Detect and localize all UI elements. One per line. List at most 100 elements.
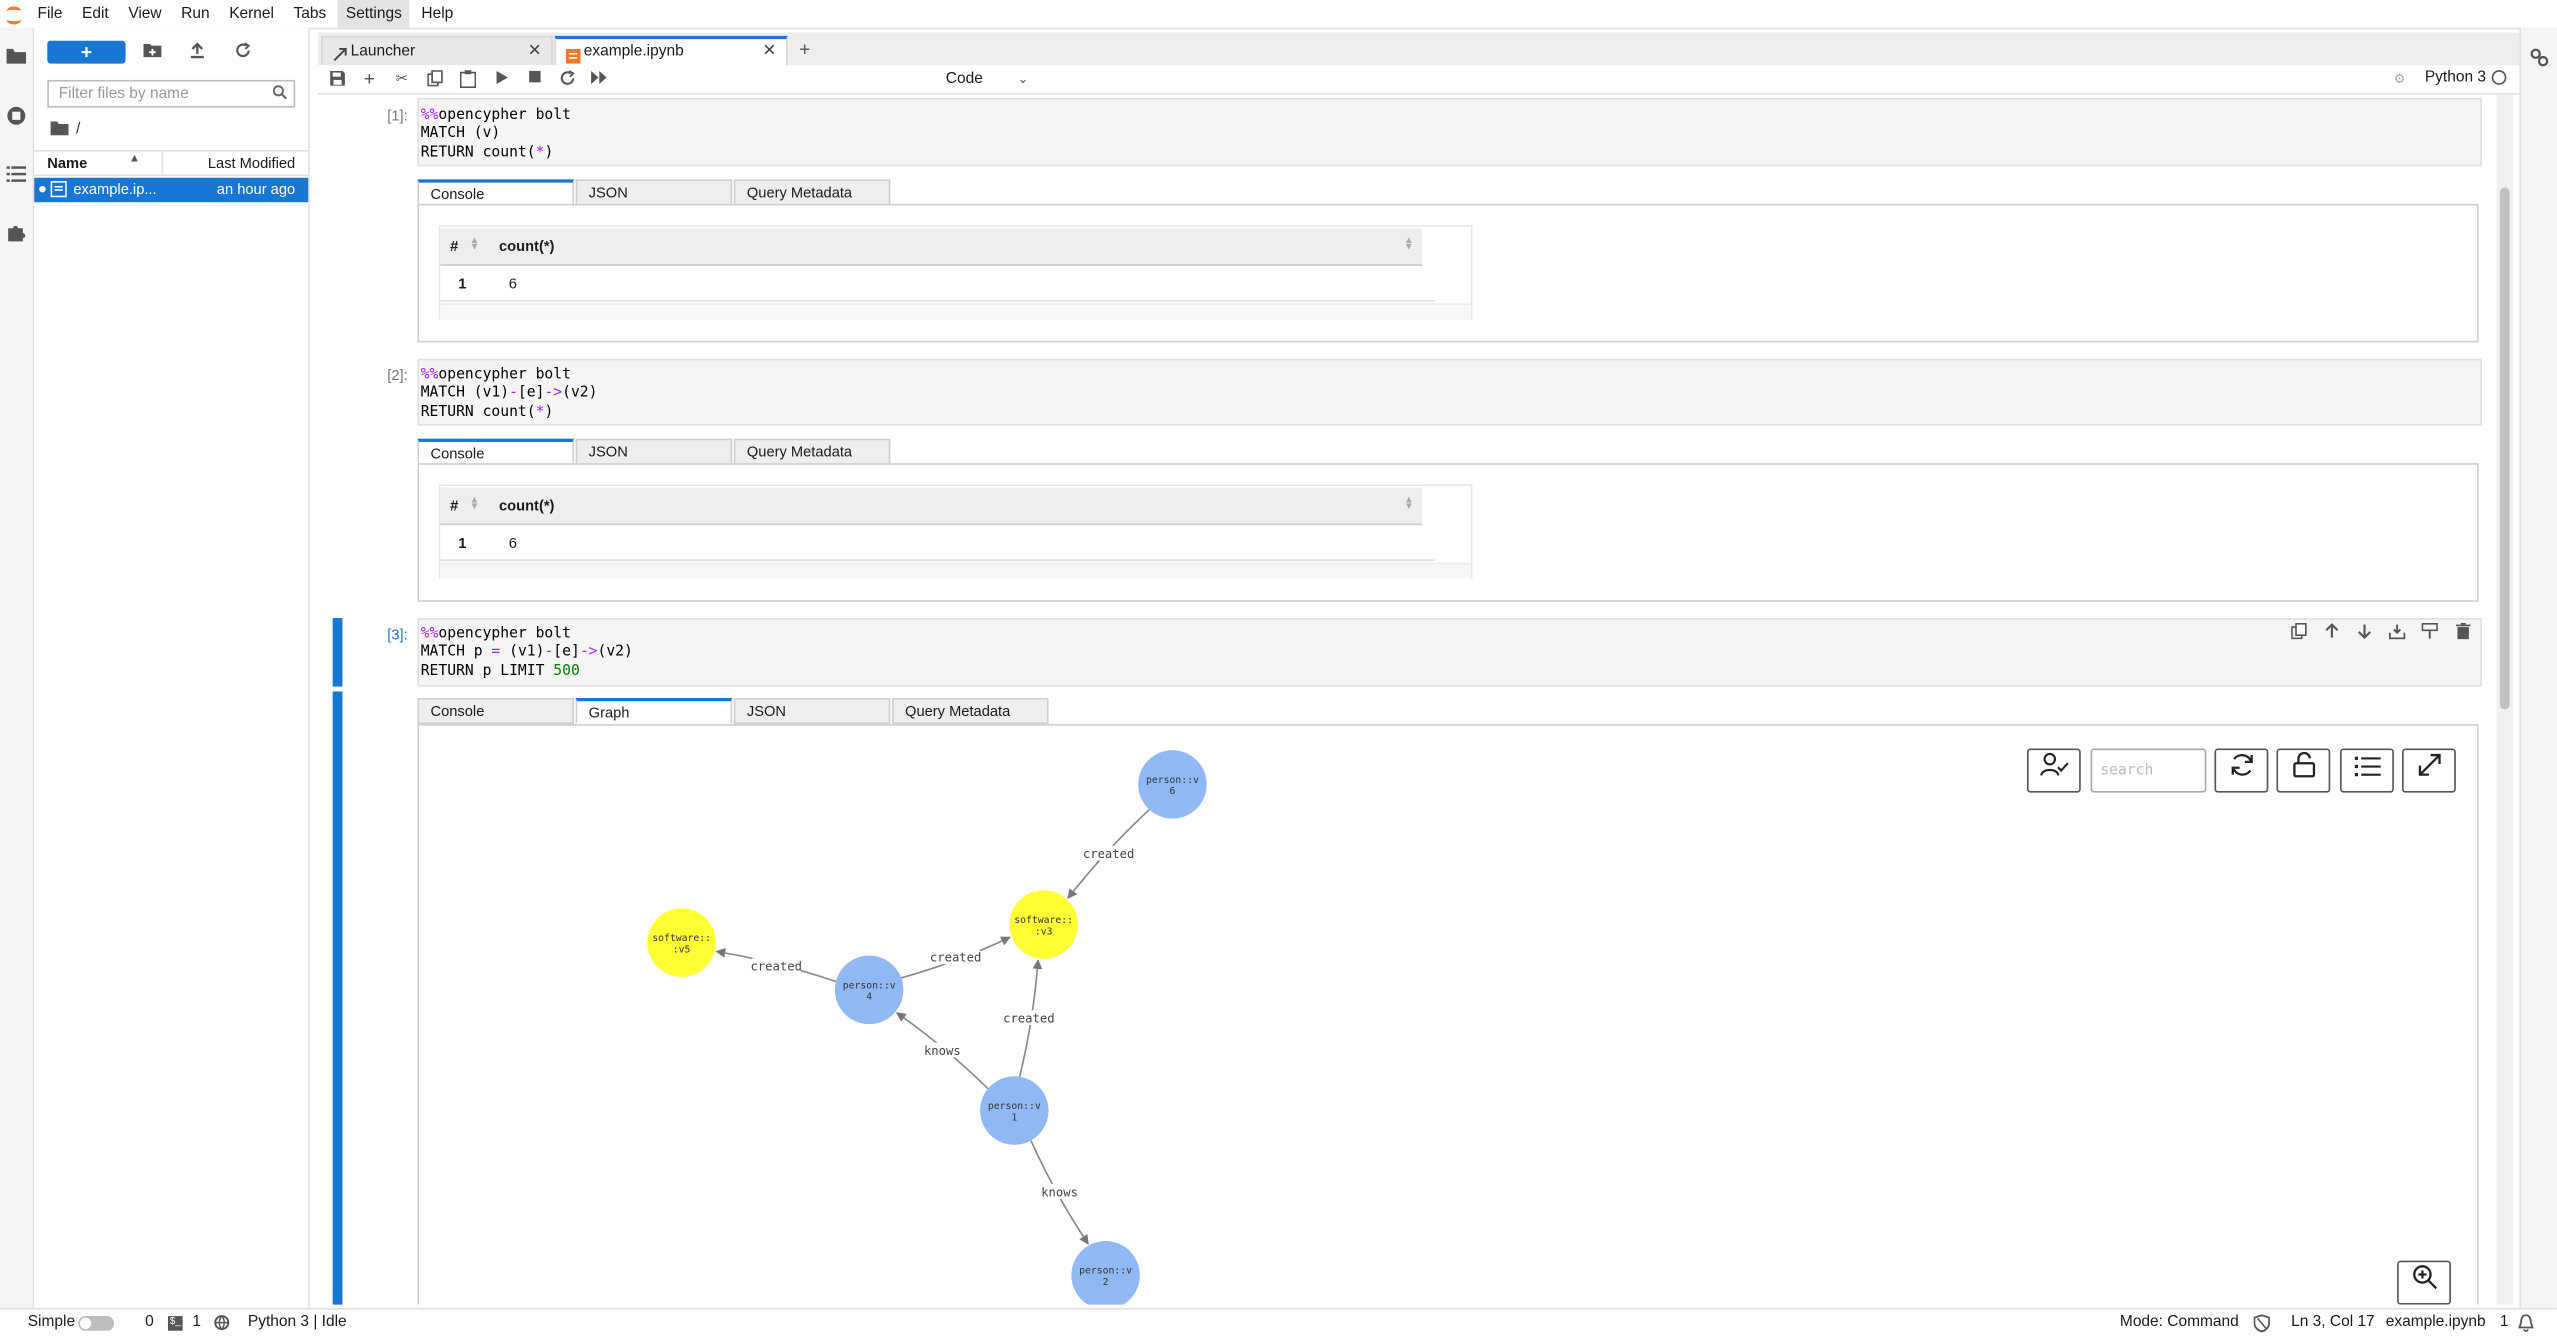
sort-icon[interactable]: ▲ ▼ [1404,496,1414,512]
fast-forward-icon[interactable] [590,70,608,88]
tab-query-metadata[interactable]: Query Metadata [891,697,1049,725]
extension-icon[interactable] [7,223,27,243]
physics-user-button[interactable] [2026,748,2081,793]
copy-icon[interactable] [426,70,444,88]
paste-icon[interactable] [458,70,476,89]
kernel-status-icon [2491,70,2507,85]
menu-settings[interactable]: Settings [337,0,410,28]
running-icon[interactable] [7,106,27,126]
menu-tabs[interactable]: Tabs [285,0,334,28]
tab-console[interactable]: Console [417,438,575,465]
edge-label: knows [924,1044,961,1058]
node-label: person::v [988,1101,1041,1112]
new-launcher-button[interactable]: + [47,40,126,64]
cut-icon[interactable]: ✂ [393,70,411,88]
sort-icon[interactable]: ▲ ▼ [470,496,480,512]
close-icon[interactable]: ✕ [528,38,542,66]
kernel-settings-icon[interactable]: ⚙ [2391,70,2409,88]
code-token: = [491,644,501,662]
upload-icon[interactable] [188,42,208,62]
code-token: RETURN p LIMIT [420,663,554,680]
node-label: person::v [843,980,896,991]
trusted-icon[interactable] [2253,1314,2271,1338]
breadcrumb[interactable]: / [50,121,80,139]
refresh-icon[interactable] [233,42,253,62]
kernel-count[interactable]: 1 [192,1313,201,1333]
tab-console[interactable]: Console [417,179,575,206]
folder-icon [50,121,69,136]
fullscreen-button[interactable] [2402,748,2456,793]
simple-mode-toggle[interactable] [78,1316,115,1331]
save-icon[interactable] [328,70,346,88]
column-header[interactable]: # [450,238,458,254]
stop-icon[interactable] [525,70,543,88]
tab-label: example.ipynb [583,42,684,61]
table-scrollbar[interactable] [440,562,1471,579]
zoom-in-button[interactable] [2397,1260,2451,1305]
kernel-name[interactable]: Python 3 [2425,68,2486,86]
menu-help[interactable]: Help [413,0,461,28]
menu-kernel[interactable]: Kernel [221,0,282,28]
tab-launcher[interactable]: Launcher ✕ [321,35,553,66]
column-header[interactable]: count(*) [499,497,554,513]
insert-below-icon[interactable] [2387,623,2407,643]
column-header[interactable]: count(*) [499,238,554,254]
code-line: %%opencypher bolt [419,367,2480,386]
restart-icon[interactable] [558,70,576,88]
tab-json[interactable]: JSON [575,179,733,206]
tab-json[interactable]: JSON [575,438,733,465]
toc-icon[interactable] [6,165,27,185]
delete-icon[interactable] [2453,622,2473,643]
tab-json[interactable]: JSON [733,697,891,725]
refresh-graph-button[interactable] [2214,748,2269,793]
move-up-icon[interactable] [2322,623,2342,643]
modified-column-header[interactable]: Last Modified [208,155,295,171]
duplicate-cell-icon[interactable] [2290,622,2310,643]
tab-example-notebook[interactable]: example.ipynb ✕ [554,35,788,67]
file-filter-input[interactable] [47,79,296,108]
cell-type-dropdown[interactable]: Code ⌄ [946,68,1034,89]
scrollbar-thumb[interactable] [2499,187,2510,710]
menu-view[interactable]: View [120,0,170,28]
code-cell-input[interactable]: %%opencypher bolt MATCH (v1)-[e]->(v2) RET… [417,358,2482,426]
menu-file[interactable]: File [29,0,70,28]
edge-label: created [1003,1012,1054,1026]
unlock-button[interactable] [2276,748,2331,793]
code-cell-input[interactable]: %%opencypher bolt MATCH (v) RETURN count(*… [417,97,2482,167]
terminal-count[interactable]: 0 [145,1313,154,1333]
tab-query-metadata[interactable]: Query Metadata [733,438,891,465]
tab-query-metadata[interactable]: Query Metadata [733,179,891,206]
kernel-status[interactable]: Python 3 | Idle [248,1313,347,1333]
tab-console[interactable]: Console [417,697,575,725]
property-inspector-icon[interactable] [2529,47,2549,67]
tab-graph[interactable]: Graph [575,697,733,725]
table-scrollbar[interactable] [440,303,1471,320]
add-cell-icon[interactable]: + [360,68,378,88]
details-list-button[interactable] [2340,748,2394,793]
code-line: %%opencypher bolt [419,108,2480,127]
menu-edit[interactable]: Edit [74,0,117,28]
sort-icon[interactable]: ▲ ▼ [1404,236,1414,252]
add-tab-icon[interactable]: + [799,38,810,61]
cursor-position[interactable]: Ln 3, Col 17 [2291,1313,2375,1333]
name-column-header[interactable]: Name [47,155,87,171]
close-icon[interactable]: ✕ [763,38,777,66]
notebook-mode[interactable]: Mode: Command [2120,1313,2239,1333]
bell-icon[interactable] [2518,1314,2534,1338]
folder-icon[interactable] [6,47,27,67]
run-icon[interactable] [492,70,510,88]
file-row[interactable]: example.ip... an hour ago [34,177,309,203]
sort-icon[interactable]: ▲ ▼ [470,236,480,252]
new-folder-icon[interactable] [142,42,162,62]
menu-run[interactable]: Run [173,0,218,28]
notification-count[interactable]: 1 [2500,1313,2509,1333]
code-cell-input[interactable]: %%opencypher bolt MATCH p = (v1)-[e]->(v2… [417,618,2482,687]
move-down-icon[interactable] [2355,623,2375,643]
node-label: software:: [1014,915,1073,926]
column-header[interactable]: # [450,497,458,513]
insert-above-icon[interactable] [2420,622,2440,643]
graph-canvas[interactable]: created created created created knows knows p… [419,726,2477,1305]
code-line: RETURN count(*) [419,404,2480,423]
graph-search-input[interactable] [2090,748,2207,793]
code-token: [e] [517,385,545,402]
